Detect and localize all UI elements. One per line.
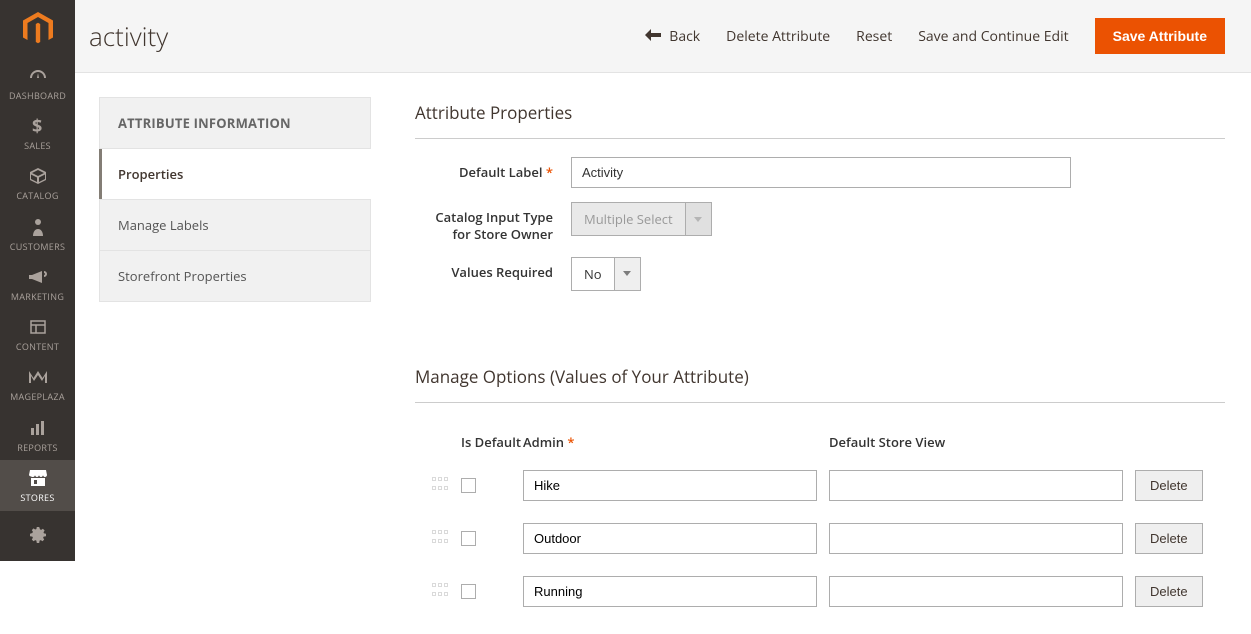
is-default-checkbox[interactable] xyxy=(461,478,476,493)
back-button[interactable]: Back xyxy=(645,27,700,46)
attribute-info-tabs: ATTRIBUTE INFORMATION Properties Manage … xyxy=(99,97,371,302)
is-default-checkbox[interactable] xyxy=(461,584,476,599)
mageplaza-icon xyxy=(29,366,47,388)
default-label-label: Default Label xyxy=(415,157,571,181)
person-icon xyxy=(32,216,44,238)
gear-icon xyxy=(29,524,47,546)
back-label: Back xyxy=(669,27,700,46)
page-title: activity xyxy=(89,18,168,54)
input-type-value: Multiple Select xyxy=(572,203,685,235)
nav-label: SALES xyxy=(24,139,51,152)
drag-handle-icon[interactable] xyxy=(431,582,449,600)
nav-dashboard[interactable]: DASHBOARD xyxy=(0,58,75,108)
tab-manage-labels[interactable]: Manage Labels xyxy=(100,199,370,250)
option-row: Delete xyxy=(415,569,1225,614)
values-required-value: No xyxy=(572,258,614,290)
option-store-input[interactable] xyxy=(829,576,1123,607)
nav-label: CONTENT xyxy=(16,340,59,353)
nav-label: CUSTOMERS xyxy=(10,240,65,253)
tabs-title: ATTRIBUTE INFORMATION xyxy=(100,98,370,149)
tab-storefront-properties[interactable]: Storefront Properties xyxy=(100,250,370,301)
nav-reports[interactable]: REPORTS xyxy=(0,410,75,460)
option-admin-input[interactable] xyxy=(523,576,817,607)
values-required-label: Values Required xyxy=(415,257,571,281)
storefront-icon xyxy=(29,467,47,489)
drag-handle-icon[interactable] xyxy=(431,529,449,547)
option-delete-button[interactable]: Delete xyxy=(1135,576,1203,607)
col-is-default: Is Default xyxy=(461,433,523,451)
layout-icon xyxy=(30,316,46,338)
svg-text:$: $ xyxy=(32,116,43,136)
field-default-label: Default Label xyxy=(415,157,1225,188)
option-row: Delete xyxy=(415,516,1225,561)
default-label-input[interactable] xyxy=(571,157,1071,188)
nav-mageplaza[interactable]: MAGEPLAZA xyxy=(0,360,75,410)
header-actions: Back Delete Attribute Reset Save and Con… xyxy=(645,18,1225,54)
nav-label: DASHBOARD xyxy=(9,89,66,102)
chevron-down-icon xyxy=(685,203,711,235)
nav-label: MARKETING xyxy=(11,290,64,303)
nav-sales[interactable]: $ SALES xyxy=(0,108,75,158)
dollar-icon: $ xyxy=(32,115,44,137)
arrow-left-icon xyxy=(645,27,661,46)
option-admin-input[interactable] xyxy=(523,470,817,501)
bars-icon xyxy=(30,417,46,439)
nav-catalog[interactable]: CATALOG xyxy=(0,159,75,209)
nav-content[interactable]: CONTENT xyxy=(0,310,75,360)
drag-handle-icon[interactable] xyxy=(431,476,449,494)
nav-label: REPORTS xyxy=(17,441,58,454)
nav-customers[interactable]: CUSTOMERS xyxy=(0,209,75,259)
nav-marketing[interactable]: MARKETING xyxy=(0,259,75,309)
box-icon xyxy=(29,165,47,187)
options-header: Is Default Admin Default Store View xyxy=(415,421,1225,463)
option-delete-button[interactable]: Delete xyxy=(1135,523,1203,554)
option-store-input[interactable] xyxy=(829,523,1123,554)
input-type-select: Multiple Select xyxy=(571,202,712,236)
admin-sidebar: DASHBOARD $ SALES CATALOG CUSTOMERS MARK… xyxy=(0,0,75,561)
page-header: activity Back Delete Attribute Reset Sav… xyxy=(75,0,1251,73)
content-columns: ATTRIBUTE INFORMATION Properties Manage … xyxy=(75,73,1251,634)
chevron-down-icon xyxy=(614,258,640,290)
option-delete-button[interactable]: Delete xyxy=(1135,470,1203,501)
option-row: Delete xyxy=(415,463,1225,508)
magento-logo[interactable] xyxy=(0,0,75,58)
dashboard-icon xyxy=(28,65,48,87)
field-values-required: Values Required No xyxy=(415,257,1225,291)
nav-stores[interactable]: STORES xyxy=(0,460,75,510)
col-store: Default Store View xyxy=(829,433,1135,451)
form-area: Attribute Properties Default Label Catal… xyxy=(371,97,1251,614)
save-attribute-button[interactable]: Save Attribute xyxy=(1095,18,1225,54)
nav-system[interactable] xyxy=(0,511,75,561)
save-continue-button[interactable]: Save and Continue Edit xyxy=(918,27,1068,46)
is-default-checkbox[interactable] xyxy=(461,531,476,546)
manage-options-title: Manage Options (Values of Your Attribute… xyxy=(415,361,1225,403)
col-admin: Admin xyxy=(523,433,574,451)
reset-button[interactable]: Reset xyxy=(856,27,892,46)
main-area: activity Back Delete Attribute Reset Sav… xyxy=(75,0,1251,634)
megaphone-icon xyxy=(29,266,47,288)
tab-properties[interactable]: Properties xyxy=(99,149,371,199)
nav-label: CATALOG xyxy=(16,189,58,202)
values-required-select[interactable]: No xyxy=(571,257,641,291)
nav-label: MAGEPLAZA xyxy=(10,390,65,403)
input-type-label: Catalog Input Type for Store Owner xyxy=(415,202,571,243)
option-admin-input[interactable] xyxy=(523,523,817,554)
option-store-input[interactable] xyxy=(829,470,1123,501)
attribute-properties-title: Attribute Properties xyxy=(415,97,1225,139)
nav-label: STORES xyxy=(20,491,54,504)
field-input-type: Catalog Input Type for Store Owner Multi… xyxy=(415,202,1225,243)
delete-attribute-button[interactable]: Delete Attribute xyxy=(726,27,830,46)
